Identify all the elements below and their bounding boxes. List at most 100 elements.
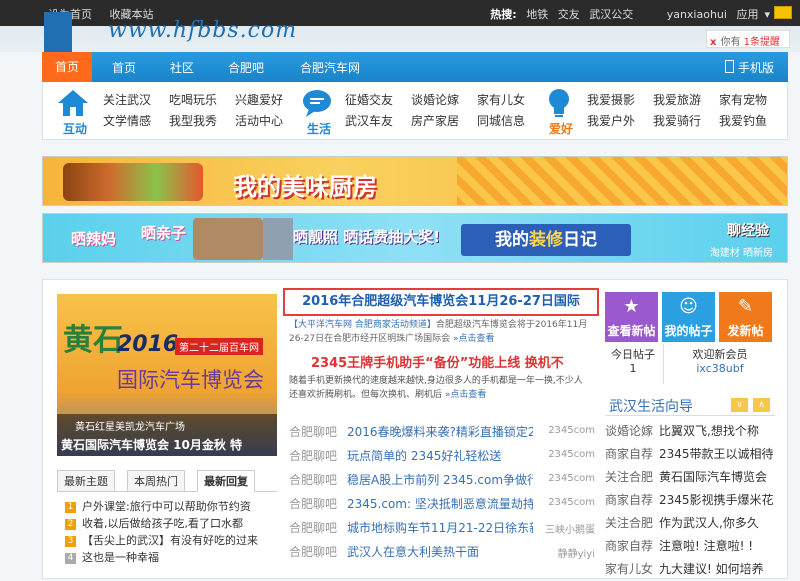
nav-item-hefei-bar[interactable]: 合肥吧 <box>228 59 264 76</box>
reminder-link[interactable]: 1条提醒 <box>744 37 780 48</box>
slideshow[interactable]: 黄石 2016 第二十二届百车网 国际汽车博览会 黄石红星美凯龙汽车广场 黄石国… <box>57 294 277 456</box>
banner-text: 晒靓照 晒话费抽大奖! <box>293 228 441 246</box>
list-item[interactable]: 商家自荐 注意啦! 注意啦! ! <box>605 535 775 558</box>
nav-item-home[interactable]: 首页 <box>112 59 136 76</box>
subnav-link[interactable]: 我爱旅游 <box>653 90 701 111</box>
slide-caption-small: 黄石红星美凯龙汽车广场 <box>75 422 185 433</box>
site-logo[interactable] <box>44 12 72 52</box>
today-posts: 今日帖子 1 <box>611 348 655 375</box>
subnav-link[interactable]: 兴趣爱好 <box>235 90 283 111</box>
subnav-link[interactable]: 武汉车友 <box>345 111 393 132</box>
subnav-link[interactable]: 征婚交友 <box>345 90 393 111</box>
subnav-link[interactable]: 我爱户外 <box>587 111 635 132</box>
subnav-link[interactable]: 家有儿女 <box>477 90 525 111</box>
subnav-group-label: 爱好 <box>548 122 573 136</box>
table-row[interactable]: 合肥聊吧 玩点简单的 2345好礼轻松送 2345com <box>289 444 595 468</box>
username-link[interactable]: yanxiaohui <box>667 8 727 21</box>
site-header: www.hfbbs.com <box>0 12 800 52</box>
subnav-link[interactable]: 同城信息 <box>477 111 525 132</box>
banner-text: 晒亲子 <box>141 224 187 242</box>
subnav-link[interactable]: 活动中心 <box>235 111 283 132</box>
list-item[interactable]: 谈婚论嫁 比翼双飞,想找个称 <box>605 420 775 443</box>
view-new-posts-button[interactable]: ★ 查看新帖 <box>605 292 658 342</box>
table-row[interactable]: 合肥聊吧 稳居A股上市前列 2345.com争做行业 2345com <box>289 468 595 492</box>
chevron-down-icon[interactable]: ∨ <box>731 398 748 412</box>
guide-header: 武汉生活向导 ∨ ∧ <box>605 394 775 416</box>
subnav-link[interactable]: 我爱钓鱼 <box>719 111 767 132</box>
list-item[interactable]: 关注合肥 黄石国际汽车博览会 <box>605 466 775 489</box>
news-summary: 随着手机更新换代的速度越来越快,身边很多人的手机都是一年一换,不少人还喜欢折腾刷… <box>289 376 583 400</box>
slide-caption: 黄石红星美凯龙汽车广场 黄石国际汽车博览会 10月金秋 特 <box>57 414 277 456</box>
list-item[interactable]: 1 户外课堂:旅行中可以帮助你节约资 <box>65 498 279 515</box>
main-content: 黄石 2016 第二十二届百车网 国际汽车博览会 黄石红星美凯龙汽车广场 黄石国… <box>42 279 788 579</box>
hot-list: 1 户外课堂:旅行中可以帮助你节约资 2 收着,以后做给孩子吃,看了口水都 3 【舌尖… <box>65 498 279 566</box>
apps-menu[interactable]: 应用 <box>736 8 758 21</box>
hot-search-link[interactable]: 武汉公交 <box>589 8 633 21</box>
subnav-link[interactable]: 家有宠物 <box>719 90 767 111</box>
subnav-link[interactable]: 文学情感 <box>103 111 151 132</box>
banner-decoration <box>457 157 787 205</box>
list-item[interactable]: 4 这也是一种幸福 <box>65 549 279 566</box>
slide-expo: 国际汽车博览会 <box>117 368 264 392</box>
table-row[interactable]: 合肥聊吧2016春晚爆料来袭?精彩直播锁定23452345com <box>289 420 595 444</box>
subnav-link[interactable]: 关注武汉 <box>103 90 151 111</box>
list-item[interactable]: 家有儿女 九大建议! 如何培养 <box>605 558 775 581</box>
hot-search-link[interactable]: 交友 <box>558 8 580 21</box>
subnav-group-label: 互动 <box>62 122 87 136</box>
person-image <box>193 218 263 260</box>
slide-caption-title[interactable]: 黄石国际汽车博览会 10月金秋 特 <box>61 436 242 453</box>
list-item[interactable]: 关注合肥 作为武汉人,你多久 <box>605 512 775 535</box>
house-icon <box>55 88 91 118</box>
subnav-link[interactable]: 我型我秀 <box>169 111 217 132</box>
guide-list: 谈婚论嫁 比翼双飞,想找个称 商家自荐 2345带款王以诚相待 关注合肥 黄石国际汽车… <box>605 420 775 581</box>
site-url: www.hfbbs.com <box>108 18 298 43</box>
banner-kitchen[interactable]: 我的美味厨房 <box>42 156 788 206</box>
subnav-link[interactable]: 吃喝玩乐 <box>169 90 217 111</box>
notify-text: 你有 <box>720 37 741 48</box>
tab-weekly-hot[interactable]: 本周热门 <box>127 470 185 492</box>
hot-search-link[interactable]: 地铁 <box>526 8 548 21</box>
mobile-version-link[interactable]: 手机版 <box>725 59 774 76</box>
banner-text: 晒辣妈 <box>71 230 117 248</box>
member-link[interactable]: ixc38ubf <box>665 362 775 375</box>
food-image <box>63 163 203 201</box>
chevron-down-icon: ▾ <box>764 8 770 21</box>
subnav-link[interactable]: 谈婚论嫁 <box>411 90 459 111</box>
banner-decoration-diary[interactable]: 晒辣妈 晒亲子 晒靓照 晒话费抽大奖! 我的装修日记 聊经验 淘建材 晒新房 <box>42 213 788 263</box>
main-nav: 首页 首页 社区 合肥吧 合肥汽车网 手机版 <box>42 52 788 82</box>
list-item[interactable]: 商家自荐 2345影视携手爆米花 <box>605 489 775 512</box>
nav-item-hefei-auto[interactable]: 合肥汽车网 <box>300 59 360 76</box>
chevron-up-icon[interactable]: ∧ <box>753 398 770 412</box>
slide-big-text: 黄石 <box>63 323 123 358</box>
nav-item-community[interactable]: 社区 <box>170 59 194 76</box>
tab-latest-replies[interactable]: 最新回复 <box>197 470 255 492</box>
my-posts-button[interactable]: ☺ 我的帖子 <box>662 292 715 342</box>
mail-icon[interactable] <box>774 6 792 19</box>
hot-search-label: 热搜: <box>490 8 517 21</box>
user-icon: ☺ <box>679 296 698 317</box>
read-more-link[interactable]: »点击查看 <box>453 334 495 344</box>
subnav-link[interactable]: 房产家居 <box>411 111 459 132</box>
topic-tabs: 最新主题 本周热门 最新回复 <box>57 470 277 492</box>
star-icon: ★ <box>623 296 640 317</box>
list-item[interactable]: 3 【舌尖上的武汉】有没有好吃的过来 <box>65 532 279 549</box>
slide-year: 2016 <box>117 332 179 357</box>
tab-latest-topics[interactable]: 最新主题 <box>57 470 115 492</box>
subnav-link[interactable]: 我爱骑行 <box>653 111 701 132</box>
table-row[interactable]: 合肥聊吧 2345.com: 坚决抵制恶意流量劫持 2345com <box>289 492 595 516</box>
welcome-member: 欢迎新会员 ixc38ubf <box>665 346 775 375</box>
nav-home-active[interactable]: 首页 <box>42 52 92 82</box>
table-row[interactable]: 合肥聊吧 武汉人在意大利美热干面 静静yiyi <box>289 540 595 564</box>
read-more-link[interactable]: »点击查看 <box>445 390 487 400</box>
list-item[interactable]: 2 收着,以后做给孩子吃,看了口水都 <box>65 515 279 532</box>
subheadline-link[interactable]: 2345王牌手机助手“备份”功能上线 换机不 <box>311 352 564 371</box>
pencil-icon: ✎ <box>737 296 754 317</box>
new-post-button[interactable]: ✎ 发新帖 <box>719 292 772 342</box>
chat-icon <box>299 88 335 118</box>
close-icon[interactable]: x <box>710 37 716 48</box>
kid-image <box>263 218 293 260</box>
table-row[interactable]: 合肥聊吧 城市地标购车节11月21-22日徐东新 三峡小鹅蛋 <box>289 516 595 540</box>
headline-link[interactable]: 2016年合肥超级汽车博览会11月26-27日国际 <box>283 288 599 316</box>
list-item[interactable]: 商家自荐 2345带款王以诚相待 <box>605 443 775 466</box>
subnav-link[interactable]: 我爱摄影 <box>587 90 635 111</box>
